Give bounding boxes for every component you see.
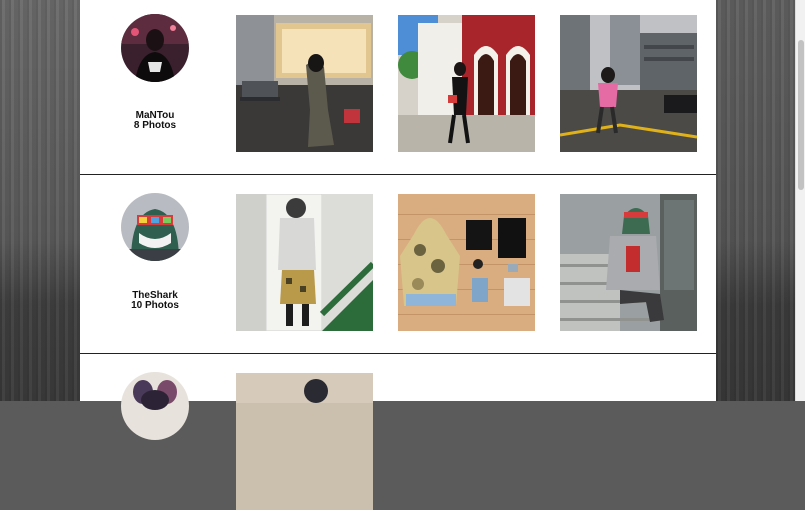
avatar[interactable] (121, 14, 189, 82)
gallery-panel: MaNTou 8 Photos TheShark 10 Photos (80, 0, 716, 510)
avatar[interactable] (121, 193, 189, 261)
photo-thumbnail[interactable] (236, 373, 373, 510)
background-right (716, 0, 805, 401)
background-left (0, 0, 80, 401)
user-row (80, 354, 716, 510)
photo-thumbnail[interactable] (398, 194, 535, 331)
user-row: MaNTou 8 Photos (80, 0, 716, 174)
user-row: TheShark 10 Photos (80, 175, 716, 353)
photo-thumbnail[interactable] (236, 15, 373, 152)
photo-thumbnail[interactable] (398, 15, 535, 152)
photo-count: 8 Photos (133, 120, 177, 131)
scrollbar-thumb[interactable] (798, 40, 804, 190)
photo-thumbnail[interactable] (560, 15, 697, 152)
photo-thumbnail[interactable] (236, 194, 373, 331)
photo-thumbnail[interactable] (560, 194, 697, 331)
scrollbar[interactable] (795, 0, 805, 401)
photo-count: 10 Photos (131, 300, 179, 311)
avatar[interactable] (121, 372, 189, 440)
